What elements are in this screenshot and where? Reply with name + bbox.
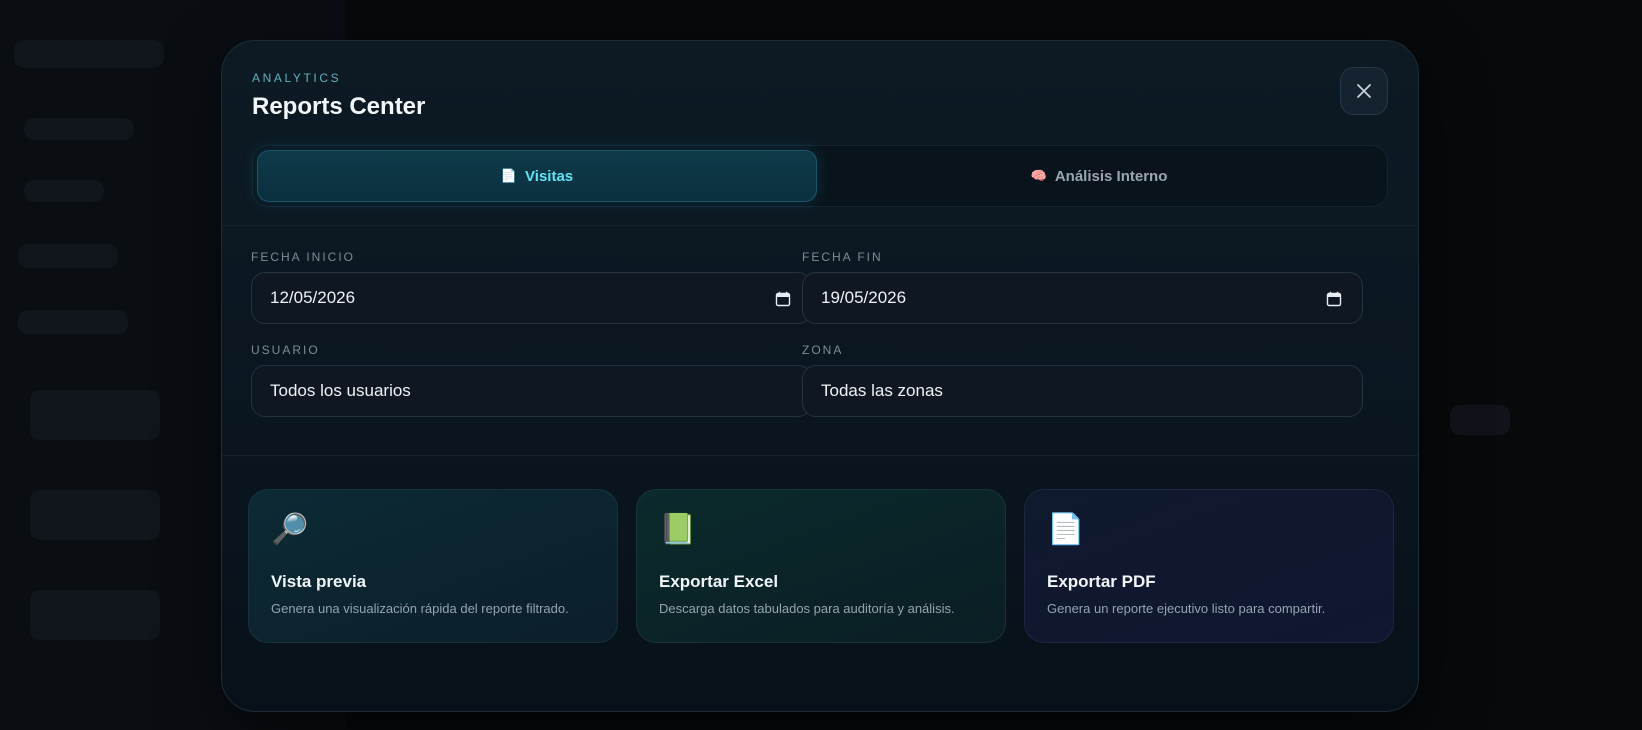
fecha-inicio-label: FECHA INICIO: [251, 250, 356, 264]
report-type-tabs: 📄 Visitas 🧠 Análisis Interno: [252, 145, 1388, 207]
close-icon: [1357, 84, 1371, 98]
tab-visitas[interactable]: 📄 Visitas: [257, 150, 817, 202]
background-nav-item: [18, 244, 118, 268]
section-divider: [222, 225, 1418, 226]
background-card: [30, 490, 160, 540]
background-badge: [1450, 405, 1510, 435]
card-description: Genera un reporte ejecutivo listo para c…: [1047, 601, 1326, 616]
tab-label: Análisis Interno: [1054, 167, 1168, 185]
brain-icon: 🧠: [1030, 168, 1047, 183]
zona-label: ZONA: [802, 343, 844, 357]
exportar-excel-card[interactable]: 📗 Exportar Excel Descarga datos tabulado…: [636, 489, 1006, 643]
zona-value: Todas las zonas: [821, 381, 943, 400]
section-divider: [222, 455, 1418, 456]
modal-eyebrow: ANALYTICS: [252, 71, 342, 85]
card-title: Vista previa: [271, 572, 367, 591]
zona-select[interactable]: Todas las zonas: [802, 365, 1363, 417]
fecha-fin-value: 19/05/2026: [821, 288, 907, 307]
vista-previa-card[interactable]: 🔎 Vista previa Genera una visualización …: [248, 489, 618, 643]
background-nav-item: [18, 310, 128, 334]
modal-title: Reports Center: [252, 93, 426, 120]
fecha-fin-input[interactable]: 19/05/2026: [802, 272, 1363, 324]
document-icon: 📄: [1047, 513, 1085, 546]
exportar-pdf-card[interactable]: 📄 Exportar PDF Genera un reporte ejecuti…: [1024, 489, 1394, 643]
document-icon: 📄: [500, 168, 518, 183]
card-title: Exportar Excel: [659, 572, 779, 591]
card-description: Genera una visualización rápida del repo…: [271, 601, 569, 616]
fecha-fin-label: FECHA FIN: [802, 250, 883, 264]
green-book-icon: 📗: [659, 513, 697, 546]
background-nav-item: [24, 180, 104, 202]
card-title: Exportar PDF: [1047, 572, 1156, 591]
close-button[interactable]: [1340, 67, 1388, 115]
usuario-value: Todos los usuarios: [270, 381, 411, 400]
background-card: [30, 590, 160, 640]
reports-center-modal: ANALYTICS Reports Center 📄 Visitas 🧠 Aná…: [221, 40, 1419, 712]
tab-analisis-interno[interactable]: 🧠 Análisis Interno: [819, 150, 1379, 202]
magnifier-icon: 🔎: [271, 513, 309, 546]
background-logo: [14, 40, 164, 68]
background-card: [30, 390, 160, 440]
usuario-select[interactable]: Todos los usuarios: [251, 365, 812, 417]
tab-label: Visitas: [525, 167, 574, 185]
card-description: Descarga datos tabulados para auditoría …: [659, 601, 955, 616]
calendar-icon[interactable]: [1326, 291, 1342, 307]
usuario-label: USUARIO: [251, 343, 320, 357]
calendar-icon[interactable]: [775, 291, 791, 307]
fecha-inicio-value: 12/05/2026: [270, 288, 356, 307]
fecha-inicio-input[interactable]: 12/05/2026: [251, 272, 812, 324]
background-nav-item: [24, 118, 134, 140]
